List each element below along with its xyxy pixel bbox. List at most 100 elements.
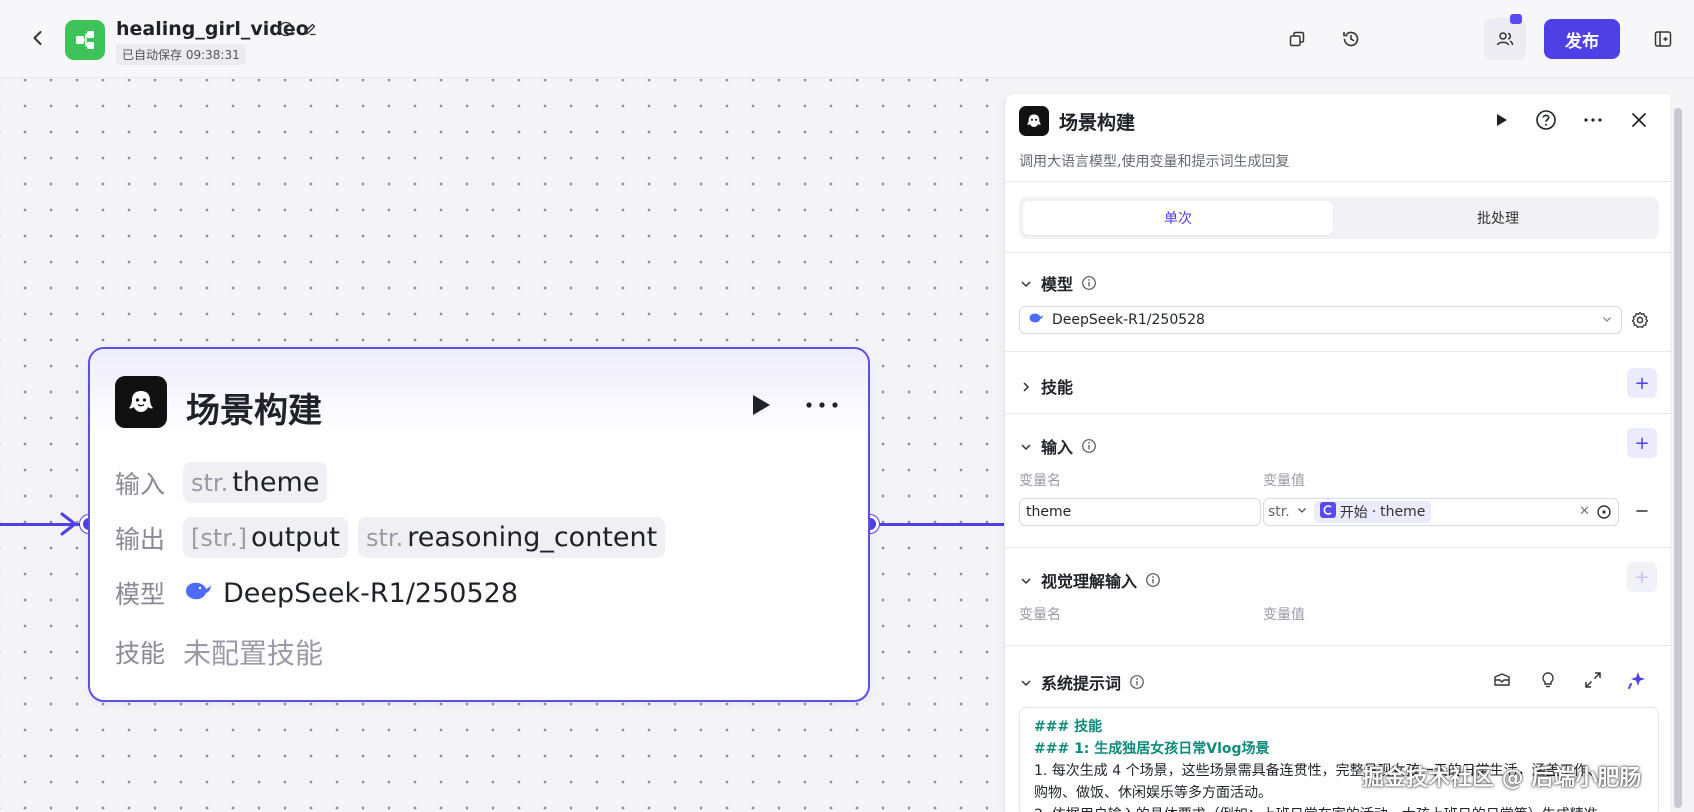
history-icon[interactable] <box>1338 26 1364 52</box>
section-title: 系统提示词 <box>1041 674 1122 693</box>
output-var-name: output <box>250 522 340 553</box>
node-skill-row: 技能 未配置技能 <box>115 632 323 672</box>
var-name-input[interactable]: theme <box>1019 498 1261 526</box>
autosave-status: 已自动保存 09:38:31 <box>116 44 246 65</box>
panel-title: 场景构建 <box>1059 112 1136 134</box>
edit-icon[interactable] <box>302 21 318 37</box>
info-icon[interactable] <box>1145 572 1161 588</box>
workflow-app-icon <box>65 20 105 60</box>
publish-button[interactable]: 发布 <box>1544 19 1620 59</box>
back-arrow-icon[interactable] <box>28 28 48 48</box>
llm-node-icon <box>1019 106 1049 136</box>
workflow-canvas[interactable]: 场景构建 输入 str. theme 输出 [str.] output str. re… <box>0 79 1004 812</box>
system-prompt-section-header[interactable]: 系统提示词 <box>1019 670 1145 694</box>
ai-sparkle-icon[interactable] <box>1627 670 1647 694</box>
prompt-line: ### 1: 生成独居女孩日常Vlog场景 <box>1034 741 1270 757</box>
chevron-down-icon[interactable] <box>1296 504 1308 520</box>
prompt-line: 2. 依据用户输入的具体要求（例如：上班日常在家的活动，大孩上班日的日常等）生成… <box>1034 804 1644 812</box>
input-section-header[interactable]: 输入 <box>1019 434 1097 458</box>
ref-separator: · <box>1371 504 1377 520</box>
expand-icon[interactable] <box>1583 670 1603 694</box>
deepseek-whale-icon <box>1028 311 1044 329</box>
divider <box>1005 645 1671 646</box>
chevron-down-icon <box>1019 573 1033 587</box>
info-icon[interactable] <box>1081 438 1097 454</box>
type-label: [str.] <box>191 524 247 552</box>
panel-description: 调用大语言模型,使用变量和提示词生成回复 <box>1019 154 1290 170</box>
llm-node-card[interactable]: 场景构建 输入 str. theme 输出 [str.] output str. re… <box>88 347 870 702</box>
var-value-label: 变量值 <box>1263 473 1305 489</box>
collaborators-button[interactable] <box>1484 14 1526 60</box>
output-chip: [str.] output <box>183 517 348 558</box>
section-title: 模型 <box>1041 275 1074 294</box>
node-model-row: 模型 DeepSeek-R1/250528 <box>115 575 518 611</box>
add-skill-button[interactable]: + <box>1627 368 1657 398</box>
model-select[interactable]: DeepSeek-R1/250528 <box>1019 306 1622 334</box>
clear-icon[interactable]: ✕ <box>1579 504 1590 519</box>
reference-chip[interactable]: 开始 · theme <box>1313 501 1432 523</box>
scrollbar-thumb[interactable] <box>1674 108 1682 808</box>
output-label: 输出 <box>115 524 166 554</box>
var-name-label: 变量名 <box>1019 473 1061 489</box>
var-value-input[interactable]: str. 开始 · theme ✕ <box>1263 498 1619 526</box>
output-var-name: reasoning_content <box>407 522 658 553</box>
play-icon[interactable] <box>746 391 774 419</box>
chevron-right-icon <box>1019 379 1033 393</box>
input-label: 输入 <box>115 469 166 499</box>
panel-scrollbar[interactable] <box>1674 108 1682 808</box>
close-icon[interactable] <box>1627 108 1651 132</box>
settings-gear-icon[interactable] <box>1630 310 1650 330</box>
info-icon[interactable] <box>1129 674 1145 690</box>
llm-node-icon <box>115 376 167 428</box>
divider <box>1005 547 1671 548</box>
chevron-down-icon <box>1601 313 1613 329</box>
var-name-label: 变量名 <box>1019 607 1061 623</box>
model-name: DeepSeek-R1/250528 <box>223 577 518 609</box>
top-bar: healing_girl_video 已自动保存 09:38:31 发布 <box>0 0 1694 78</box>
skill-section-header[interactable]: 技能 <box>1019 374 1073 398</box>
prompt-library-icon[interactable] <box>1492 670 1512 694</box>
deepseek-whale-icon <box>183 579 213 607</box>
info-icon[interactable] <box>278 21 294 37</box>
model-section-header[interactable]: 模型 <box>1019 271 1097 295</box>
mode-tabs: 单次 批处理 <box>1019 197 1659 239</box>
node-title: 场景构建 <box>186 391 322 431</box>
outgoing-edge <box>878 523 1004 526</box>
node-input-row: 输入 str. theme <box>115 462 328 503</box>
divider <box>1005 413 1671 414</box>
var-type-select[interactable]: str. <box>1268 504 1290 520</box>
chevron-down-icon <box>1019 439 1033 453</box>
node-output-row: 输出 [str.] output str. reasoning_content <box>115 517 666 558</box>
chevron-down-icon <box>1019 675 1033 689</box>
type-label: str. <box>366 524 404 552</box>
skill-value: 未配置技能 <box>183 637 324 670</box>
node-settings-panel: 场景构建 调用大语言模型,使用变量和提示词生成回复 单次 批处理 模型 Deep… <box>1004 94 1671 812</box>
help-icon[interactable] <box>1534 108 1558 132</box>
divider <box>1005 252 1671 253</box>
target-icon[interactable] <box>1596 504 1612 524</box>
more-icon[interactable] <box>1581 108 1605 132</box>
more-icon[interactable] <box>802 391 842 419</box>
section-title: 技能 <box>1041 378 1074 397</box>
add-vision-input-button[interactable]: + <box>1627 562 1657 592</box>
info-icon[interactable] <box>1081 275 1097 291</box>
run-icon[interactable] <box>1489 108 1513 132</box>
ref-var: theme <box>1380 504 1426 520</box>
type-label: str. <box>191 469 229 497</box>
section-title: 视觉理解输入 <box>1041 572 1138 591</box>
remove-input-icon[interactable] <box>1633 502 1651 520</box>
skill-label: 技能 <box>115 639 166 668</box>
lightbulb-icon[interactable] <box>1538 670 1558 694</box>
arrow-head-icon <box>50 509 80 539</box>
section-title: 输入 <box>1041 438 1074 457</box>
copy-icon[interactable] <box>1284 26 1310 52</box>
divider <box>1005 351 1671 352</box>
model-label: 模型 <box>115 580 166 609</box>
vision-input-section-header[interactable]: 视觉理解输入 <box>1019 568 1161 592</box>
tab-single[interactable]: 单次 <box>1023 201 1333 235</box>
add-input-button[interactable]: + <box>1627 428 1657 458</box>
panel-toggle-icon[interactable] <box>1650 26 1676 52</box>
tab-batch[interactable]: 批处理 <box>1343 201 1653 235</box>
model-select-value: DeepSeek-R1/250528 <box>1052 312 1205 328</box>
start-node-icon <box>1319 502 1336 522</box>
